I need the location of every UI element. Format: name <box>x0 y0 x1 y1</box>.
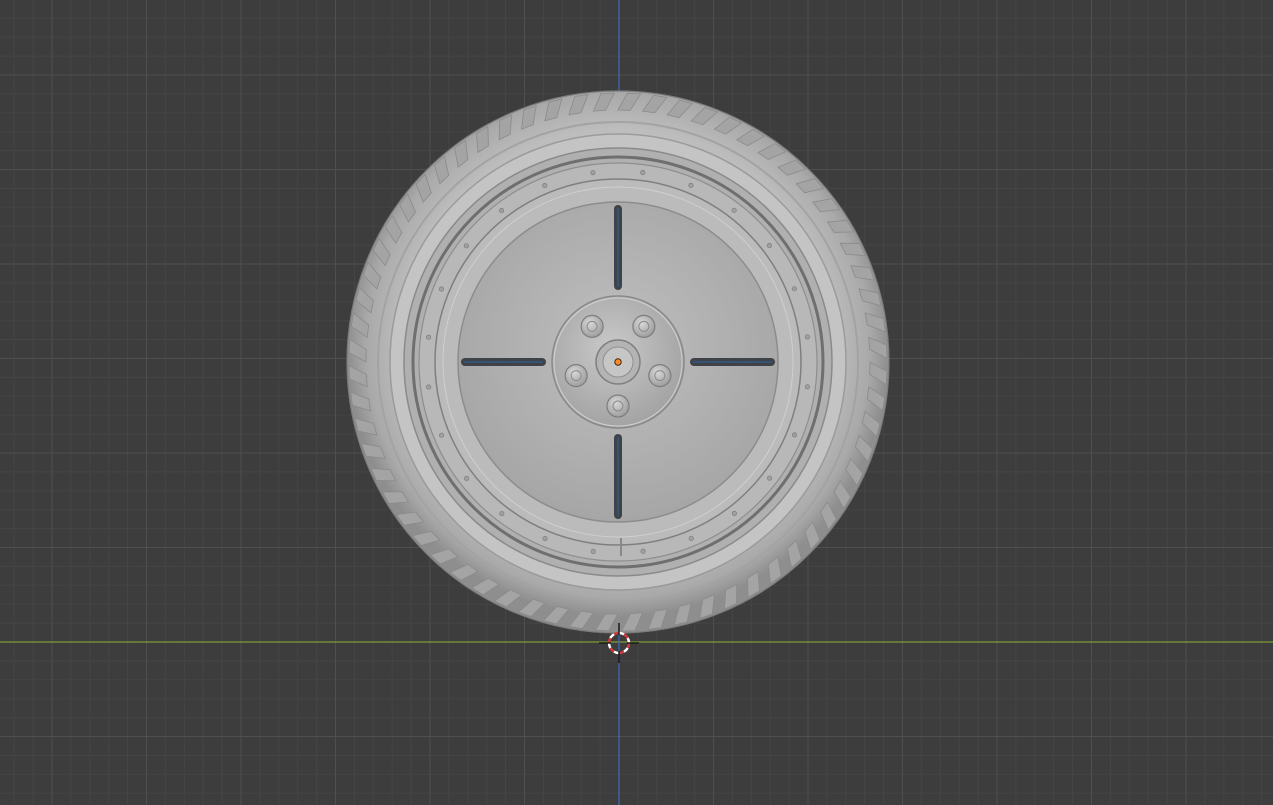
rim-bolt <box>688 182 694 189</box>
rim-bolt <box>499 511 505 517</box>
lug-nut <box>606 394 630 418</box>
rim-bolt <box>731 510 737 516</box>
rim-bolt <box>767 475 773 481</box>
rim-bolt <box>426 334 432 340</box>
rim-bolt <box>590 548 596 554</box>
rim-bolt <box>804 384 810 390</box>
rim-bolt <box>731 207 737 213</box>
object-origin-icon <box>614 358 622 366</box>
3d-viewport[interactable] <box>0 0 1273 805</box>
rim-bolt <box>464 475 470 481</box>
rim-bolt <box>640 548 646 554</box>
rim-bolt <box>590 170 596 176</box>
rim-bolt <box>439 432 445 438</box>
rim-bolt <box>463 243 469 249</box>
rim-bolt <box>640 170 646 176</box>
rim-bolt <box>766 243 772 249</box>
rim-bolt <box>542 183 548 189</box>
lug-nut <box>648 363 672 388</box>
lug-nut <box>580 314 604 339</box>
rim-bolt <box>499 208 505 214</box>
rim-bolt <box>542 535 548 542</box>
lug-nut <box>564 363 588 388</box>
rim-bolt <box>438 286 445 292</box>
lug-nut <box>632 314 656 339</box>
rim-bolt <box>688 535 694 541</box>
rim-bolt <box>791 432 798 438</box>
rim-bolt <box>791 286 797 292</box>
rim-bolt <box>426 384 432 390</box>
rim-bolt <box>804 334 810 340</box>
viewport-canvas[interactable] <box>0 0 1273 805</box>
